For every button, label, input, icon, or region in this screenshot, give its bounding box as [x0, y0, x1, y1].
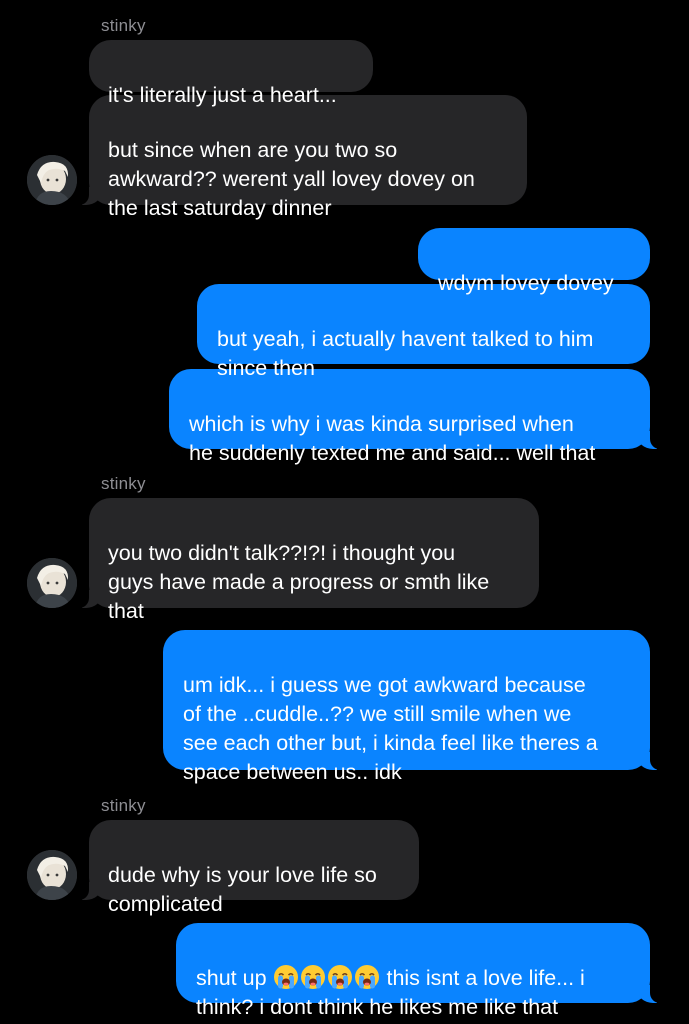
sender-name: stinky	[101, 16, 146, 35]
sender-name: stinky	[101, 796, 146, 815]
message-text: you two didn't talk??!?! i thought you g…	[108, 541, 490, 623]
outgoing-message[interactable]: shut up this isnt a love life... i think…	[176, 923, 660, 1019]
contact-avatar[interactable]	[27, 850, 77, 900]
loudly-crying-face-icon	[327, 965, 352, 989]
avatar-photo-icon	[27, 558, 77, 608]
avatar-photo-icon	[27, 850, 77, 900]
loudly-crying-face-icon	[273, 965, 298, 989]
message-text: shut up this isnt a love life... i think…	[196, 965, 585, 1019]
outgoing-message[interactable]: wdym lovey dovey	[418, 228, 650, 295]
outgoing-message[interactable]: which is why i was kinda surprised when …	[169, 369, 660, 465]
outgoing-message[interactable]: um idk... i guess we got awkward because…	[163, 630, 660, 784]
loudly-crying-face-icon	[300, 965, 325, 989]
avatar-photo-icon	[27, 155, 77, 205]
message-text: which is why i was kinda surprised when …	[189, 412, 596, 465]
message-text: wdym lovey dovey	[438, 271, 614, 295]
message-text: um idk... i guess we got awkward because…	[183, 673, 598, 784]
message-text-before-emoji: shut up	[196, 966, 273, 990]
incoming-message[interactable]: but since when are you two so awkward?? …	[79, 95, 527, 220]
emoji-row	[273, 965, 381, 990]
sender-name: stinky	[101, 474, 146, 493]
incoming-message[interactable]: dude why is your love life so complicate…	[79, 820, 419, 916]
incoming-message[interactable]: you two didn't talk??!?! i thought you g…	[79, 498, 539, 623]
contact-avatar[interactable]	[27, 155, 77, 205]
outgoing-message[interactable]: but yeah, i actually havent talked to hi…	[197, 284, 650, 380]
incoming-message[interactable]: it's literally just a heart...	[89, 40, 373, 107]
contact-avatar[interactable]	[27, 558, 77, 608]
loudly-crying-face-icon	[354, 965, 379, 989]
message-text: it's literally just a heart...	[108, 83, 337, 107]
message-text: dude why is your love life so complicate…	[108, 863, 377, 916]
message-text: but since when are you two so awkward?? …	[108, 138, 475, 220]
